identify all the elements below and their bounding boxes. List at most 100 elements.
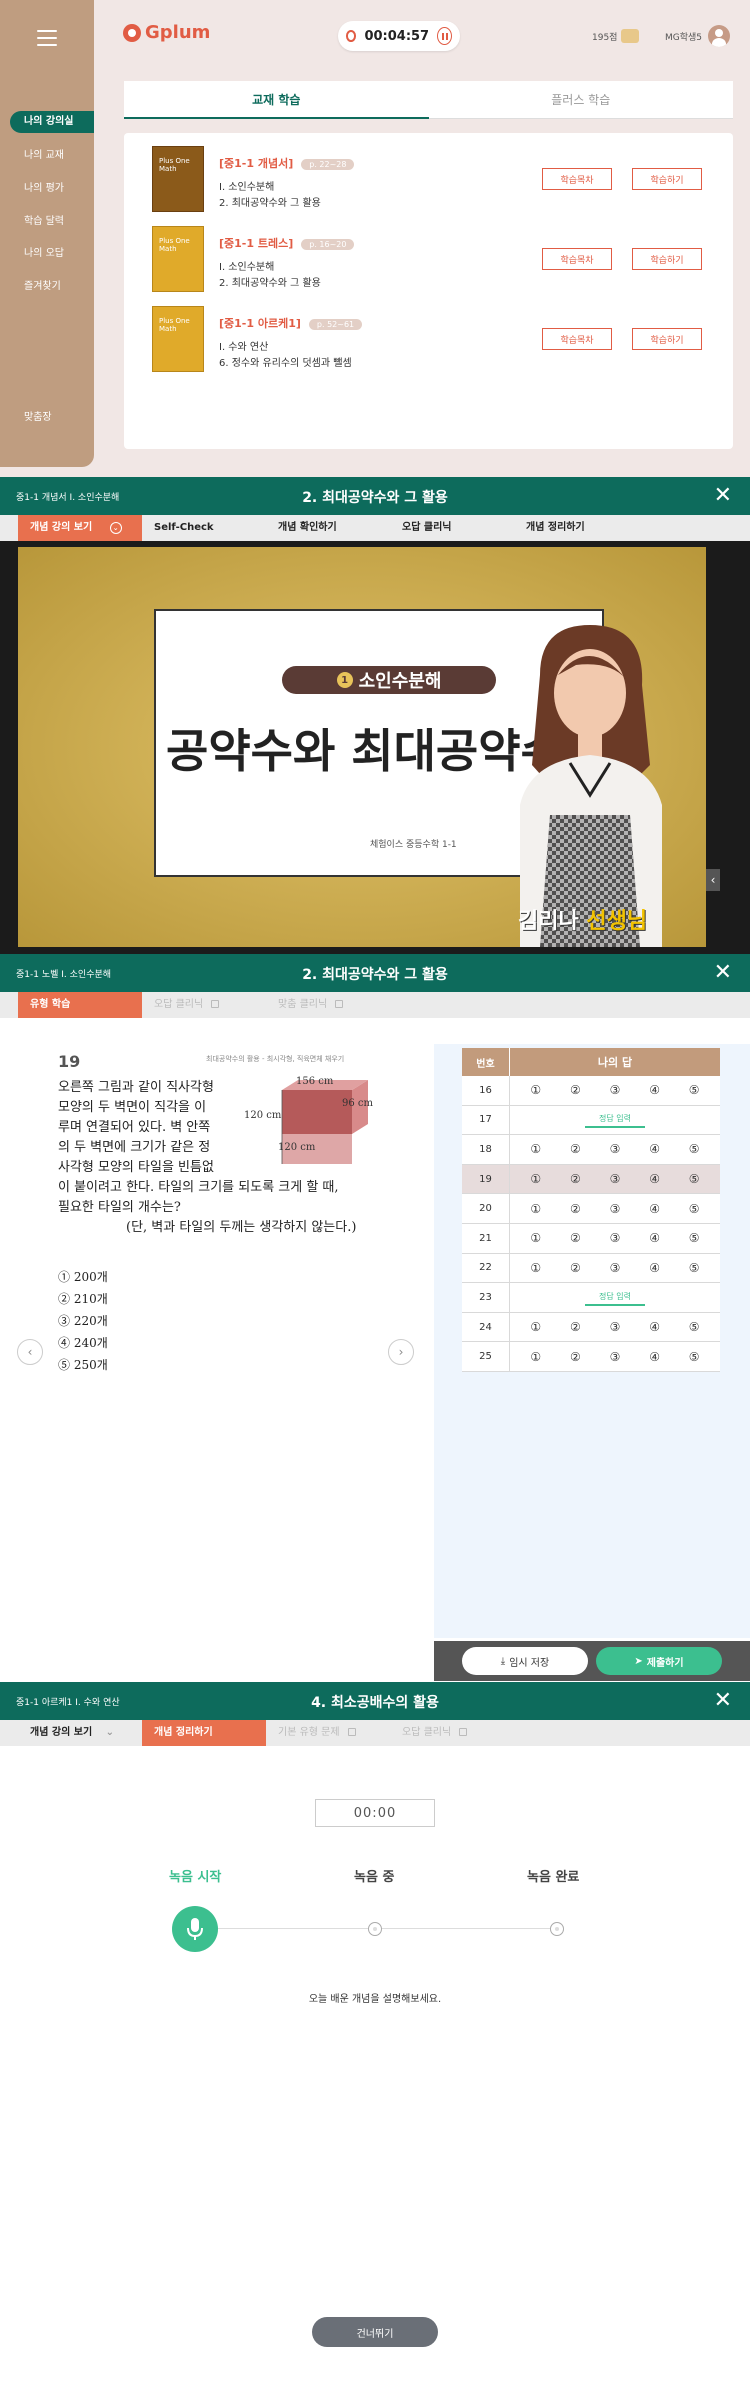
- sidebar-item-my-classroom[interactable]: 나의 강의실: [10, 111, 94, 133]
- study-button[interactable]: 학습하기: [632, 168, 702, 190]
- answer-choice[interactable]: ④: [647, 1142, 663, 1156]
- question-number: 19: [58, 1052, 81, 1071]
- record-button[interactable]: [172, 1906, 218, 1952]
- answer-choice[interactable]: ①: [528, 1172, 544, 1186]
- book-cover[interactable]: Plus One Math: [152, 306, 204, 372]
- answer-choice[interactable]: ③: [607, 1202, 623, 1216]
- answer-choice[interactable]: ①: [528, 1261, 544, 1275]
- answer-choice[interactable]: ⑤: [686, 1320, 702, 1334]
- answer-choice[interactable]: ②: [567, 1261, 583, 1275]
- answer-choice[interactable]: ③: [607, 1350, 623, 1364]
- answer-choice[interactable]: ④: [647, 1202, 663, 1216]
- tab-textbook[interactable]: 교재 학습: [124, 81, 429, 119]
- next-question-button[interactable]: ›: [388, 1339, 414, 1365]
- prev-question-button[interactable]: ‹: [17, 1339, 43, 1365]
- points-display: 195점: [592, 29, 640, 43]
- answer-choice[interactable]: ⑤: [686, 1172, 702, 1186]
- toc-button[interactable]: 학습목차: [542, 328, 612, 350]
- tab-wrong-clinic[interactable]: 오답 클리닉: [390, 1720, 514, 1746]
- answer-choice[interactable]: ③: [607, 1231, 623, 1245]
- answer-input[interactable]: 정답 입력: [585, 1288, 645, 1306]
- answer-choice[interactable]: ③: [607, 1142, 623, 1156]
- answer-choice[interactable]: ②: [567, 1172, 583, 1186]
- answer-choice[interactable]: ②: [567, 1350, 583, 1364]
- sidebar-item-bottom[interactable]: 맞춤장: [10, 407, 94, 429]
- tab-lecture[interactable]: 개념 강의 보기 ⌄: [18, 515, 142, 541]
- answer-choice[interactable]: ⑤: [686, 1142, 702, 1156]
- sidebar-item-calendar[interactable]: 학습 달력: [10, 211, 94, 233]
- answer-choice[interactable]: ②: [567, 1142, 583, 1156]
- close-icon[interactable]: ✕: [714, 483, 732, 509]
- toc-button[interactable]: 학습목차: [542, 248, 612, 270]
- board-chip: 1 소인수분해: [282, 666, 496, 694]
- answer-choice[interactable]: ④: [647, 1172, 663, 1186]
- tab-wrong-clinic[interactable]: 오답 클리닉: [142, 992, 266, 1018]
- answer-choice[interactable]: ①: [528, 1350, 544, 1364]
- tab-wrong-clinic[interactable]: 오답 클리닉: [390, 515, 514, 541]
- answer-choice[interactable]: ③: [607, 1261, 623, 1275]
- toc-button[interactable]: 학습목차: [542, 168, 612, 190]
- tab-self-check[interactable]: Self-Check: [142, 515, 266, 541]
- answer-choice[interactable]: ⑤: [686, 1231, 702, 1245]
- study-button[interactable]: 학습하기: [632, 248, 702, 270]
- sidebar-item-favorites[interactable]: 즐겨찾기: [10, 276, 94, 298]
- answer-choice[interactable]: ①: [528, 1320, 544, 1334]
- answer-choice[interactable]: ⑤: [686, 1202, 702, 1216]
- answer-choice[interactable]: ④: [647, 1320, 663, 1334]
- next-arrow-icon[interactable]: ‹: [706, 869, 720, 891]
- answer-choice[interactable]: ④: [647, 1350, 663, 1364]
- tab-basic-problems[interactable]: 기본 유형 문제: [266, 1720, 390, 1746]
- answer-choice[interactable]: ④: [647, 1261, 663, 1275]
- answer-choice[interactable]: ①: [528, 1231, 544, 1245]
- answer-choice[interactable]: ④: [647, 1231, 663, 1245]
- submit-label: 제출하기: [646, 1657, 684, 1669]
- tab-concept-check[interactable]: 개념 확인하기: [266, 515, 390, 541]
- user-menu[interactable]: MG학생5: [665, 25, 731, 47]
- answer-choice[interactable]: ②: [567, 1320, 583, 1334]
- answer-option: ④ 240개: [58, 1336, 108, 1350]
- tab-label: 오답 클리닉: [402, 1727, 452, 1738]
- clock-icon: [346, 30, 357, 42]
- tab-concept-summary[interactable]: 개념 정리하기: [514, 515, 638, 541]
- answer-choice[interactable]: ③: [607, 1083, 623, 1097]
- book-title-text: [중1-1 아르케1]: [219, 317, 301, 330]
- book-cover[interactable]: Plus One Math: [152, 226, 204, 292]
- sidebar-item-my-evaluation[interactable]: 나의 평가: [10, 178, 94, 200]
- answer-row-number: 21: [462, 1223, 510, 1253]
- tab-type-study[interactable]: 유형 학습: [18, 992, 142, 1018]
- book-cover-text: Plus One Math: [159, 157, 190, 173]
- answer-row: 17 정답 입력: [462, 1105, 720, 1136]
- tab-custom-clinic[interactable]: 맞춤 클리닉: [266, 992, 390, 1018]
- answer-choice[interactable]: ⑤: [686, 1350, 702, 1364]
- avatar[interactable]: [708, 25, 731, 47]
- skip-button[interactable]: 건너뛰기: [312, 2317, 438, 2347]
- question-line: 모양의 두 벽면이 직각을 이: [58, 1100, 207, 1115]
- answer-choice[interactable]: ①: [528, 1142, 544, 1156]
- book-cover[interactable]: Plus One Math: [152, 146, 204, 212]
- answer-choice[interactable]: ②: [567, 1083, 583, 1097]
- answer-choice[interactable]: ②: [567, 1202, 583, 1216]
- pause-icon[interactable]: [437, 27, 452, 45]
- close-icon[interactable]: ✕: [714, 1688, 732, 1714]
- answer-choice[interactable]: ③: [607, 1172, 623, 1186]
- tab-lecture[interactable]: 개념 강의 보기 ⌄: [18, 1720, 142, 1746]
- video-player[interactable]: 1 소인수분해 공약수와 최대공약수 체험이스 중등수학 1-1 김리나 선생님: [18, 547, 706, 947]
- save-button[interactable]: ⤓ 임시 저장: [462, 1647, 588, 1675]
- tab-concept-summary[interactable]: 개념 정리하기: [142, 1720, 266, 1746]
- study-button[interactable]: 학습하기: [632, 328, 702, 350]
- answer-choice[interactable]: ②: [567, 1231, 583, 1245]
- answer-choice[interactable]: ①: [528, 1083, 544, 1097]
- answer-choice[interactable]: ①: [528, 1202, 544, 1216]
- close-icon[interactable]: ✕: [714, 960, 732, 986]
- answer-choice[interactable]: ④: [647, 1083, 663, 1097]
- sidebar-item-my-textbook[interactable]: 나의 교재: [10, 145, 94, 167]
- answer-choice[interactable]: ⑤: [686, 1083, 702, 1097]
- app-logo[interactable]: Gplum: [123, 22, 210, 43]
- answer-choice[interactable]: ③: [607, 1320, 623, 1334]
- tab-plus[interactable]: 플러스 학습: [428, 81, 733, 119]
- answer-input[interactable]: 정답 입력: [585, 1111, 645, 1129]
- submit-button[interactable]: ➤ 제출하기: [596, 1647, 722, 1675]
- sidebar-item-wrong-answers[interactable]: 나의 오답: [10, 243, 94, 265]
- answer-choice[interactable]: ⑤: [686, 1261, 702, 1275]
- menu-icon[interactable]: [37, 30, 57, 46]
